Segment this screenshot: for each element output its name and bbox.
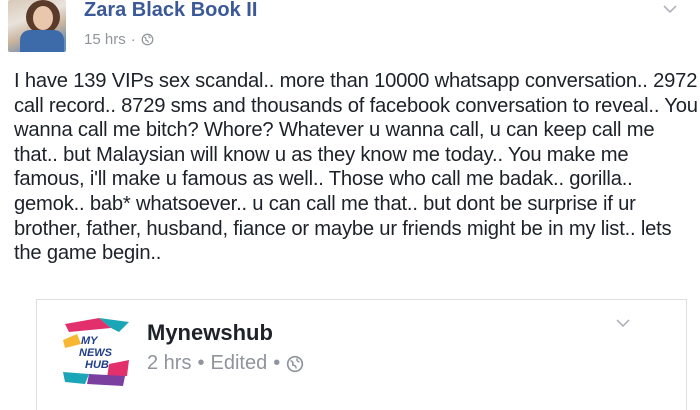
shared-page-name[interactable]: Mynewshub bbox=[147, 320, 273, 346]
shared-meta: 2 hrs • Edited • bbox=[147, 352, 304, 375]
facebook-post: Zara Black Book II 15 hrs · I have 139 V… bbox=[0, 0, 700, 410]
shared-timestamp[interactable]: 2 hrs bbox=[147, 352, 191, 375]
globe-icon bbox=[287, 355, 304, 372]
edited-label[interactable]: Edited bbox=[210, 352, 267, 375]
meta-bullet: • bbox=[273, 352, 281, 374]
post-body: I have 139 VIPs sex scandal.. more than … bbox=[14, 70, 698, 265]
svg-text:MY: MY bbox=[81, 335, 99, 347]
shared-post-card[interactable]: MY NEWS HUB Mynewshub 2 hrs • Edited • bbox=[36, 299, 687, 410]
mynewshub-logo[interactable]: MY NEWS HUB bbox=[59, 314, 133, 388]
post-meta: 15 hrs · bbox=[84, 31, 154, 48]
chevron-down-icon[interactable] bbox=[613, 316, 633, 330]
author-name[interactable]: Zara Black Book II bbox=[84, 0, 257, 22]
chevron-down-icon[interactable] bbox=[660, 2, 680, 16]
avatar[interactable] bbox=[8, 0, 66, 52]
meta-separator: · bbox=[130, 31, 136, 48]
meta-bullet: • bbox=[197, 352, 205, 374]
svg-text:NEWS: NEWS bbox=[79, 347, 113, 359]
post-timestamp[interactable]: 15 hrs bbox=[84, 31, 126, 48]
svg-text:HUB: HUB bbox=[85, 359, 109, 371]
globe-icon bbox=[141, 33, 154, 46]
